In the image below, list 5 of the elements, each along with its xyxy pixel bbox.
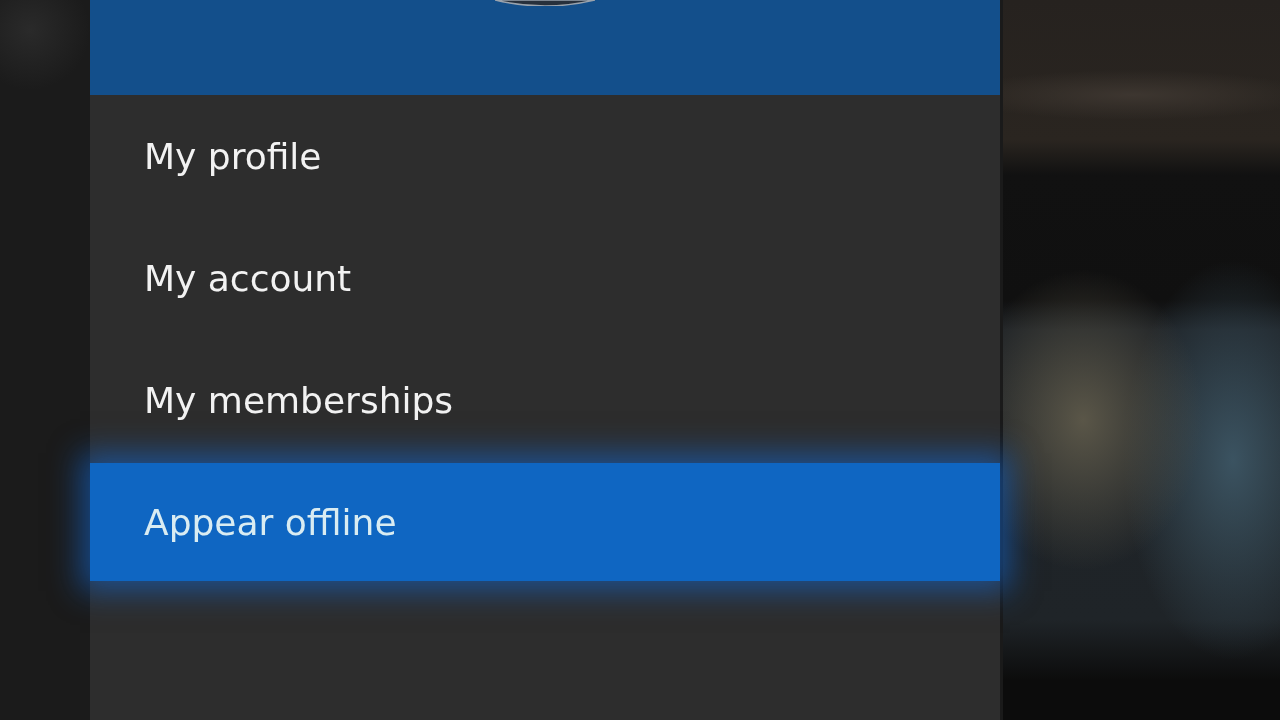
menu-item[interactable]: Appear offline	[90, 463, 1000, 581]
menu-item[interactable]: My profile	[90, 95, 1000, 217]
menu-item[interactable]: My memberships	[90, 339, 1000, 461]
avatar-icon	[495, 0, 595, 6]
menu-item[interactable]: My account	[90, 217, 1000, 339]
